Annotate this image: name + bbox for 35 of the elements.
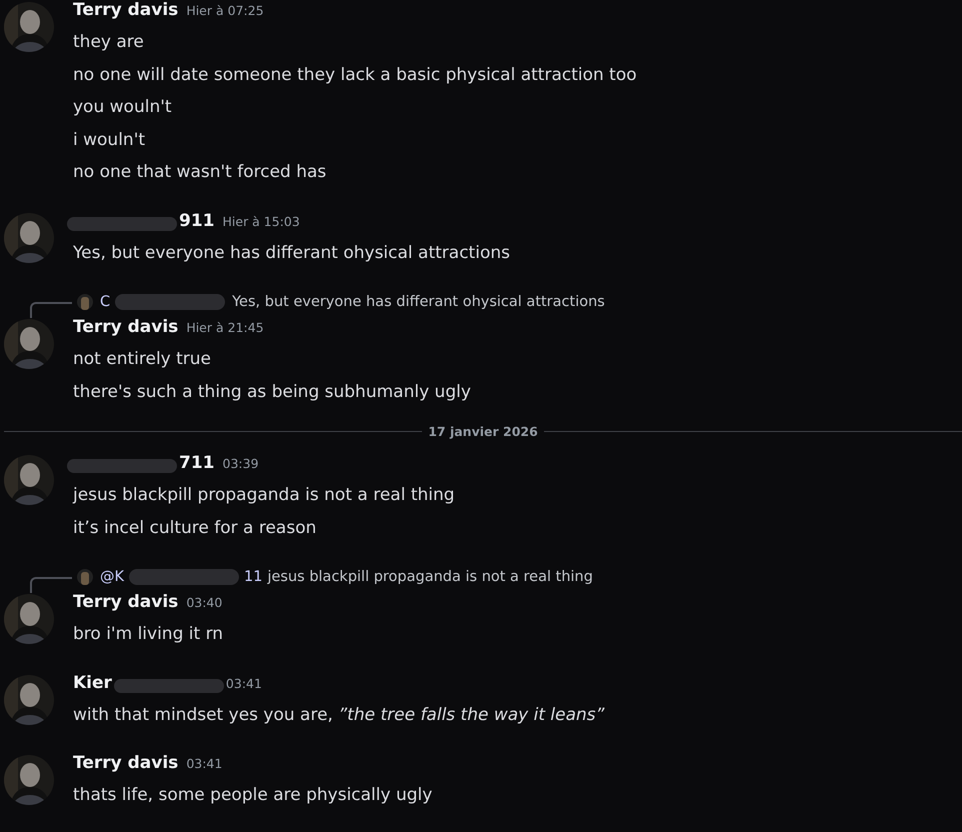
timestamp: Hier à 15:03: [222, 214, 300, 228]
message-text: not entirely true: [73, 348, 212, 371]
message-text: no one that wasn't forced has: [73, 161, 328, 184]
timestamp: Hier à 07:25: [186, 3, 264, 18]
timestamp: 03:41: [186, 756, 222, 771]
reply-connector: [30, 302, 72, 318]
reply-preview[interactable]: jesus blackpill propaganda is not a real thing: [267, 569, 593, 585]
timestamp: 03:39: [222, 456, 259, 471]
username[interactable]: Terry davis: [73, 753, 178, 773]
reply-mention[interactable]: C: [100, 294, 110, 310]
reply-connector: [30, 577, 72, 593]
reply-mention[interactable]: 11: [244, 569, 262, 585]
reply-mention[interactable]: @K: [100, 569, 124, 585]
message-text: they are: [73, 31, 145, 54]
message-text: you wouln't: [73, 96, 173, 119]
username[interactable]: Terry davis: [73, 0, 178, 20]
message-text: thats life, some people are physically ugly: [73, 784, 432, 807]
username[interactable]: 711: [179, 453, 214, 473]
timestamp: 03:40: [186, 595, 222, 610]
username[interactable]: Terry davis: [73, 592, 178, 612]
reply-preview[interactable]: Yes, but everyone has differant ohysical attractions: [232, 294, 605, 310]
username[interactable]: Kier: [73, 672, 112, 692]
message-text: there's such a thing as being subhumanly ugly: [73, 380, 471, 404]
message-text: jesus blackpill propaganda is not a real thing: [73, 484, 455, 507]
message-text: bro i'm living it rn: [73, 623, 224, 646]
message-text: with that mindset yes you are, ”the tree falls the way it leans”: [73, 704, 604, 726]
timestamp: Hier à 21:45: [186, 320, 264, 335]
message-text: it’s incel culture for a reason: [73, 516, 318, 540]
username[interactable]: Terry davis: [73, 317, 178, 337]
username[interactable]: 911: [179, 210, 214, 230]
message-text: no one will date someone they lack a basic physical attraction too: [73, 64, 637, 86]
timestamp: 03:41: [226, 676, 262, 690]
message-text: i wouln't: [73, 128, 146, 152]
date-divider-label: 17 janvier 2026: [428, 424, 538, 439]
message-text: Yes, but everyone has differant ohysical attractions: [73, 242, 510, 264]
